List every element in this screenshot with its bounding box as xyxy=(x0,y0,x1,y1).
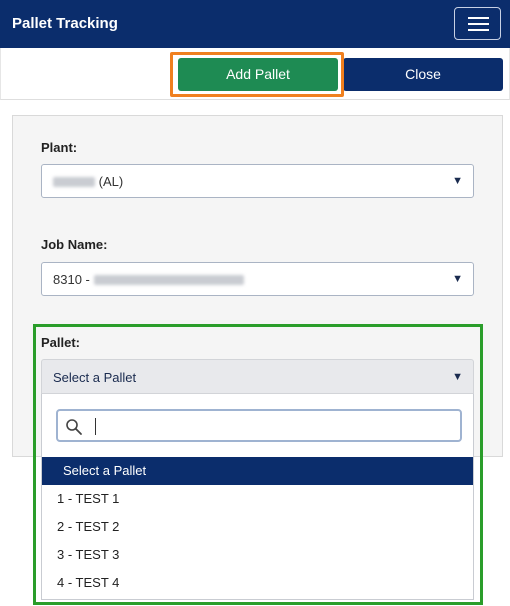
chevron-down-icon: ▼ xyxy=(452,175,463,187)
plant-label: Plant: xyxy=(41,140,78,155)
redacted-text xyxy=(93,275,244,285)
hamburger-icon-bar xyxy=(468,29,489,31)
app-header: Pallet Tracking xyxy=(0,0,510,48)
page-title: Pallet Tracking xyxy=(12,15,118,32)
job-name-select[interactable]: 8310 - ▼ xyxy=(41,262,474,296)
job-name-select-value: 8310 - xyxy=(53,272,244,287)
redacted-text xyxy=(53,177,95,187)
hamburger-icon xyxy=(468,17,489,19)
plant-select-value-suffix: (AL) xyxy=(98,174,124,189)
pallet-section-highlight xyxy=(33,324,483,605)
job-name-number: 8310 - xyxy=(53,272,90,287)
chevron-down-icon: ▼ xyxy=(452,273,463,285)
job-name-label: Job Name: xyxy=(41,237,108,252)
add-pallet-highlight xyxy=(170,52,344,97)
hamburger-menu-button[interactable] xyxy=(454,7,501,40)
close-button[interactable]: Close xyxy=(343,58,503,91)
hamburger-icon-bar xyxy=(468,23,489,25)
plant-select-value: (AL) xyxy=(53,174,123,189)
plant-select[interactable]: (AL) ▼ xyxy=(41,164,474,198)
